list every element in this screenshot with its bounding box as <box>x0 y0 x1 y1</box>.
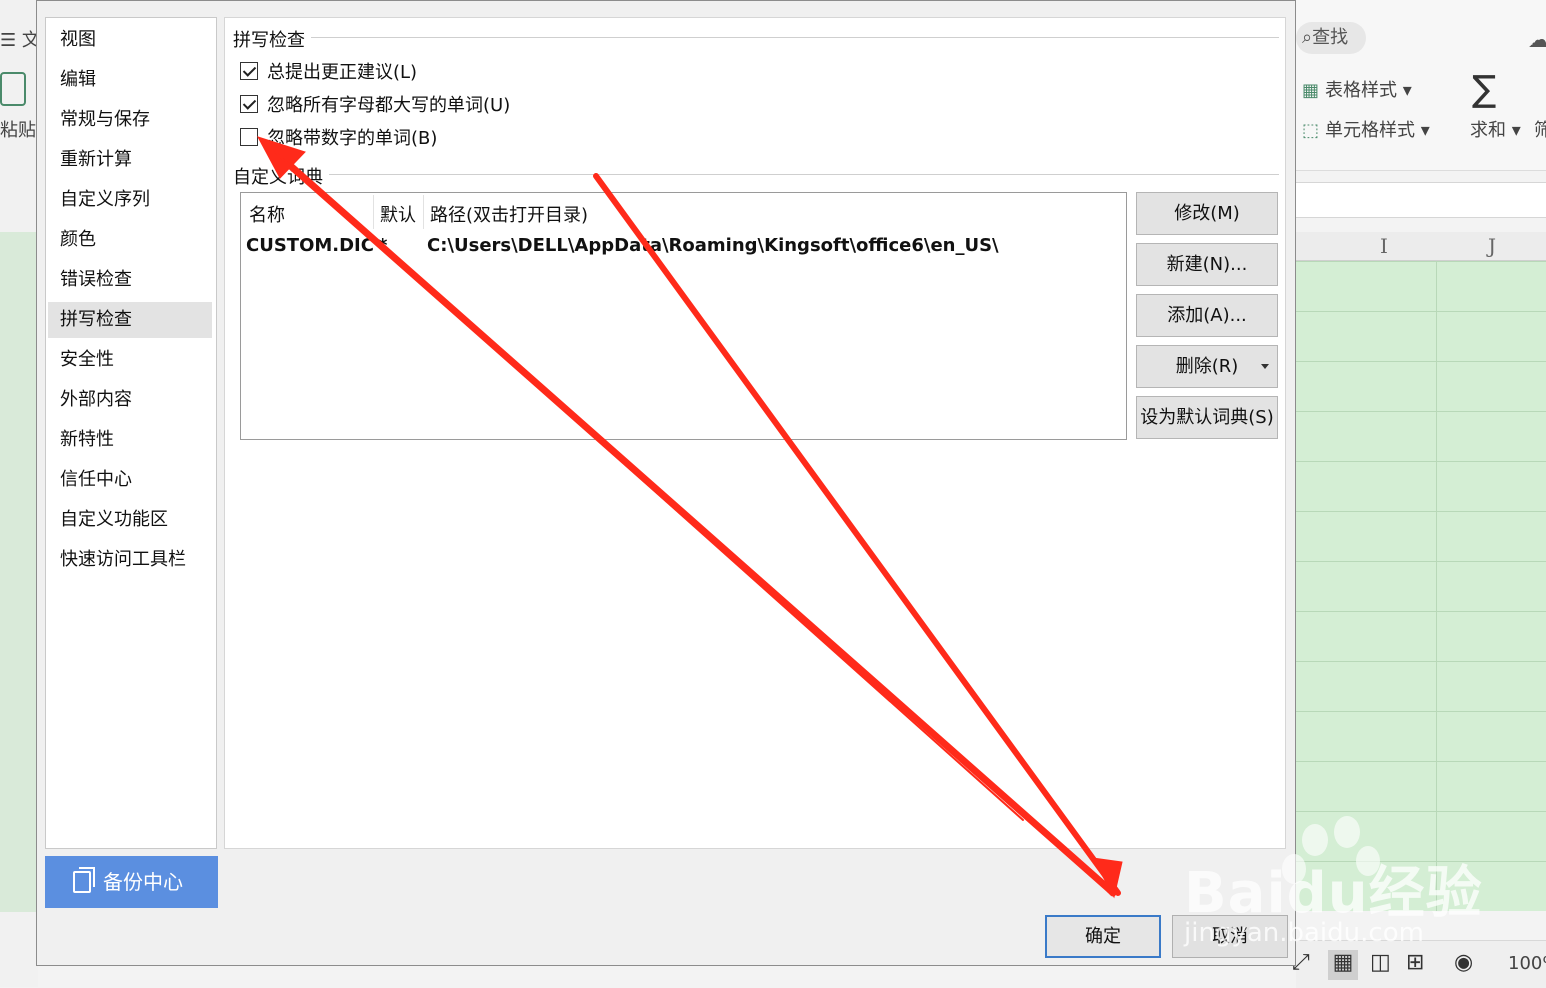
options-nav: 视图 编辑 常规与保存 重新计算 自定义序列 颜色 错误检查 拼写检查 安全性 … <box>45 17 217 849</box>
search-label: 查找 <box>1312 27 1349 48</box>
nav-item-customize-ribbon[interactable]: 自定义功能区 <box>48 502 212 538</box>
table-style-label: 表格样式 <box>1325 80 1398 101</box>
table-style-button[interactable]: ▦ 表格样式 ▾ <box>1302 76 1412 102</box>
page-break-icon[interactable]: ⊞ <box>1406 950 1424 975</box>
paste-icon[interactable] <box>0 72 26 106</box>
cell-style-label: 单元格样式 <box>1325 120 1416 141</box>
set-default-button[interactable]: 设为默认词典(S) <box>1136 396 1278 439</box>
column-header-default[interactable]: 默认 <box>380 201 416 227</box>
paste-label[interactable]: 粘贴 <box>0 116 36 142</box>
checkbox-checked[interactable] <box>240 95 258 113</box>
option-suggest-corrections[interactable]: 总提出更正建议(L) <box>240 59 417 83</box>
search-icon: ⌕ <box>1302 27 1313 48</box>
delete-label: 删除(R) <box>1175 356 1239 377</box>
search-box[interactable]: ⌕查找 <box>1296 22 1366 54</box>
option-label: 忽略所有字母都大写的单词(U) <box>267 95 511 116</box>
option-ignore-numbers[interactable]: 忽略带数字的单词(B) <box>240 125 437 149</box>
column-separator <box>373 195 374 229</box>
backup-icon <box>73 867 95 893</box>
option-label: 忽略带数字的单词(B) <box>267 128 438 149</box>
checkbox-unchecked[interactable] <box>240 128 258 146</box>
nav-item-new-features[interactable]: 新特性 <box>48 422 212 458</box>
page-layout-icon[interactable]: ◫ <box>1370 950 1391 975</box>
nav-item-view[interactable]: 视图 <box>48 22 212 58</box>
new-button[interactable]: 新建(N)... <box>1136 243 1278 286</box>
sum-icon[interactable]: ∑ <box>1472 70 1496 110</box>
column-i[interactable]: I <box>1380 234 1388 258</box>
zoom-level[interactable]: 100% <box>1508 953 1546 974</box>
backup-center-label: 备份中心 <box>103 870 183 894</box>
column-header-name[interactable]: 名称 <box>249 201 285 227</box>
nav-item-spell-check[interactable]: 拼写检查 <box>48 302 212 338</box>
column-separator <box>423 195 424 229</box>
cell-style-button[interactable]: ⬚ 单元格样式 ▾ <box>1302 116 1430 142</box>
watermark-brand: Baidu经验 <box>1184 861 1483 926</box>
sum-label: 求和 <box>1470 120 1506 141</box>
section-divider <box>233 174 1279 175</box>
watermark-url: jingyan.baidu.com <box>1184 918 1424 948</box>
nav-item-recalculation[interactable]: 重新计算 <box>48 142 212 178</box>
spell-check-panel: 拼写检查 总提出更正建议(L) 忽略所有字母都大写的单词(U) 忽略带数字的单词… <box>224 17 1286 849</box>
nav-item-external-content[interactable]: 外部内容 <box>48 382 212 418</box>
table-style-icon: ▦ <box>1302 80 1320 101</box>
sum-button[interactable]: 求和 ▾ <box>1470 116 1521 142</box>
section-divider <box>233 37 1279 38</box>
options-dialog: 视图 编辑 常规与保存 重新计算 自定义序列 颜色 错误检查 拼写检查 安全性 … <box>36 0 1296 966</box>
custom-dictionary-section-title: 自定义词典 <box>233 163 329 189</box>
add-button[interactable]: 添加(A)... <box>1136 294 1278 337</box>
nav-item-general-save[interactable]: 常规与保存 <box>48 102 212 138</box>
nav-item-error-check[interactable]: 错误检查 <box>48 262 212 298</box>
delete-button[interactable]: 删除(R) <box>1136 345 1278 388</box>
dictionary-path: C:\Users\DELL\AppData\Roaming\Kingsoft\o… <box>427 235 999 256</box>
column-j[interactable]: J <box>1488 234 1496 258</box>
nav-item-color[interactable]: 颜色 <box>48 222 212 258</box>
chevron-down-icon[interactable] <box>1261 364 1269 369</box>
checkbox-checked[interactable] <box>240 62 258 80</box>
eye-protect-icon[interactable]: ◉ <box>1454 950 1473 975</box>
option-label: 总提出更正建议(L) <box>267 62 418 83</box>
column-header: I J <box>1296 232 1546 261</box>
dictionary-default: * <box>378 235 388 256</box>
sheet-grid-right[interactable] <box>1296 261 1546 911</box>
nav-item-custom-lists[interactable]: 自定义序列 <box>48 182 212 218</box>
spell-check-section-title: 拼写检查 <box>233 26 311 52</box>
custom-dictionary-table[interactable]: 名称 默认 路径(双击打开目录) CUSTOM.DIC * C:\Users\D… <box>240 192 1127 440</box>
modify-button[interactable]: 修改(M) <box>1136 192 1278 235</box>
background-app-right: ⌕查找 ☁ ▦ 表格样式 ▾ ⬚ 单元格样式 ▾ ∑ 求和 ▾ 筛 I J <box>1296 0 1546 988</box>
dictionary-name: CUSTOM.DIC <box>246 235 374 256</box>
nav-item-security[interactable]: 安全性 <box>48 342 212 378</box>
option-ignore-uppercase[interactable]: 忽略所有字母都大写的单词(U) <box>240 92 510 116</box>
column-header-path[interactable]: 路径(双击打开目录) <box>430 201 588 227</box>
backup-center-button[interactable]: 备份中心 <box>45 856 218 908</box>
normal-view-icon[interactable]: ▦ <box>1328 950 1358 980</box>
filter-button[interactable]: 筛 <box>1534 116 1546 142</box>
ok-button[interactable]: 确定 <box>1045 915 1161 958</box>
formula-bar[interactable] <box>1296 182 1546 218</box>
background-app-left: ☰ 文 粘贴 <box>0 0 40 987</box>
nav-item-edit[interactable]: 编辑 <box>48 62 212 98</box>
cell-style-icon: ⬚ <box>1302 120 1320 141</box>
watermark-paw-icon <box>1334 816 1360 848</box>
nav-item-quick-access[interactable]: 快速访问工具栏 <box>48 542 212 578</box>
sheet-grid-left <box>0 232 37 912</box>
ribbon: ⌕查找 ☁ ▦ 表格样式 ▾ ⬚ 单元格样式 ▾ ∑ 求和 ▾ 筛 <box>1296 0 1546 171</box>
cloud-icon[interactable]: ☁ <box>1528 28 1546 53</box>
nav-item-trust-center[interactable]: 信任中心 <box>48 462 212 498</box>
menu-label[interactable]: ☰ 文 <box>0 26 40 52</box>
